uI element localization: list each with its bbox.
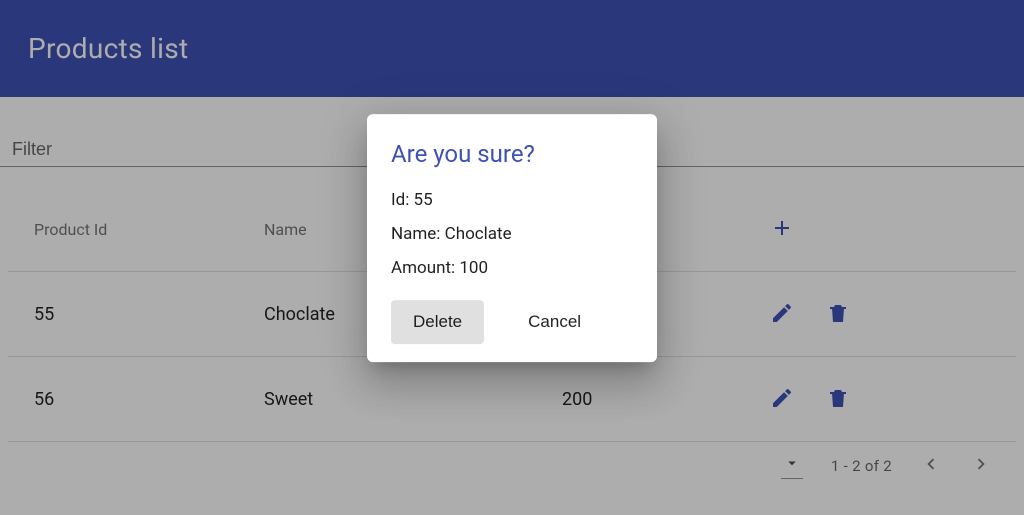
dialog-title: Are you sure? — [391, 140, 633, 168]
dialog-name-value: Choclate — [445, 224, 512, 244]
dialog-name-label: Name: — [391, 224, 440, 244]
dialog-amount-label: Amount: — [391, 258, 455, 278]
confirm-delete-button[interactable]: Delete — [391, 300, 484, 344]
dialog-id-line: Id: 55 — [391, 190, 633, 210]
dialog-id-value: 55 — [414, 190, 433, 210]
confirm-delete-dialog: Are you sure? Id: 55 Name: Choclate Amou… — [367, 114, 657, 362]
dialog-id-label: Id: — [391, 190, 409, 210]
dialog-amount-line: Amount: 100 — [391, 258, 633, 278]
dialog-name-line: Name: Choclate — [391, 224, 633, 244]
dialog-amount-value: 100 — [459, 258, 488, 278]
cancel-button[interactable]: Cancel — [506, 300, 603, 344]
